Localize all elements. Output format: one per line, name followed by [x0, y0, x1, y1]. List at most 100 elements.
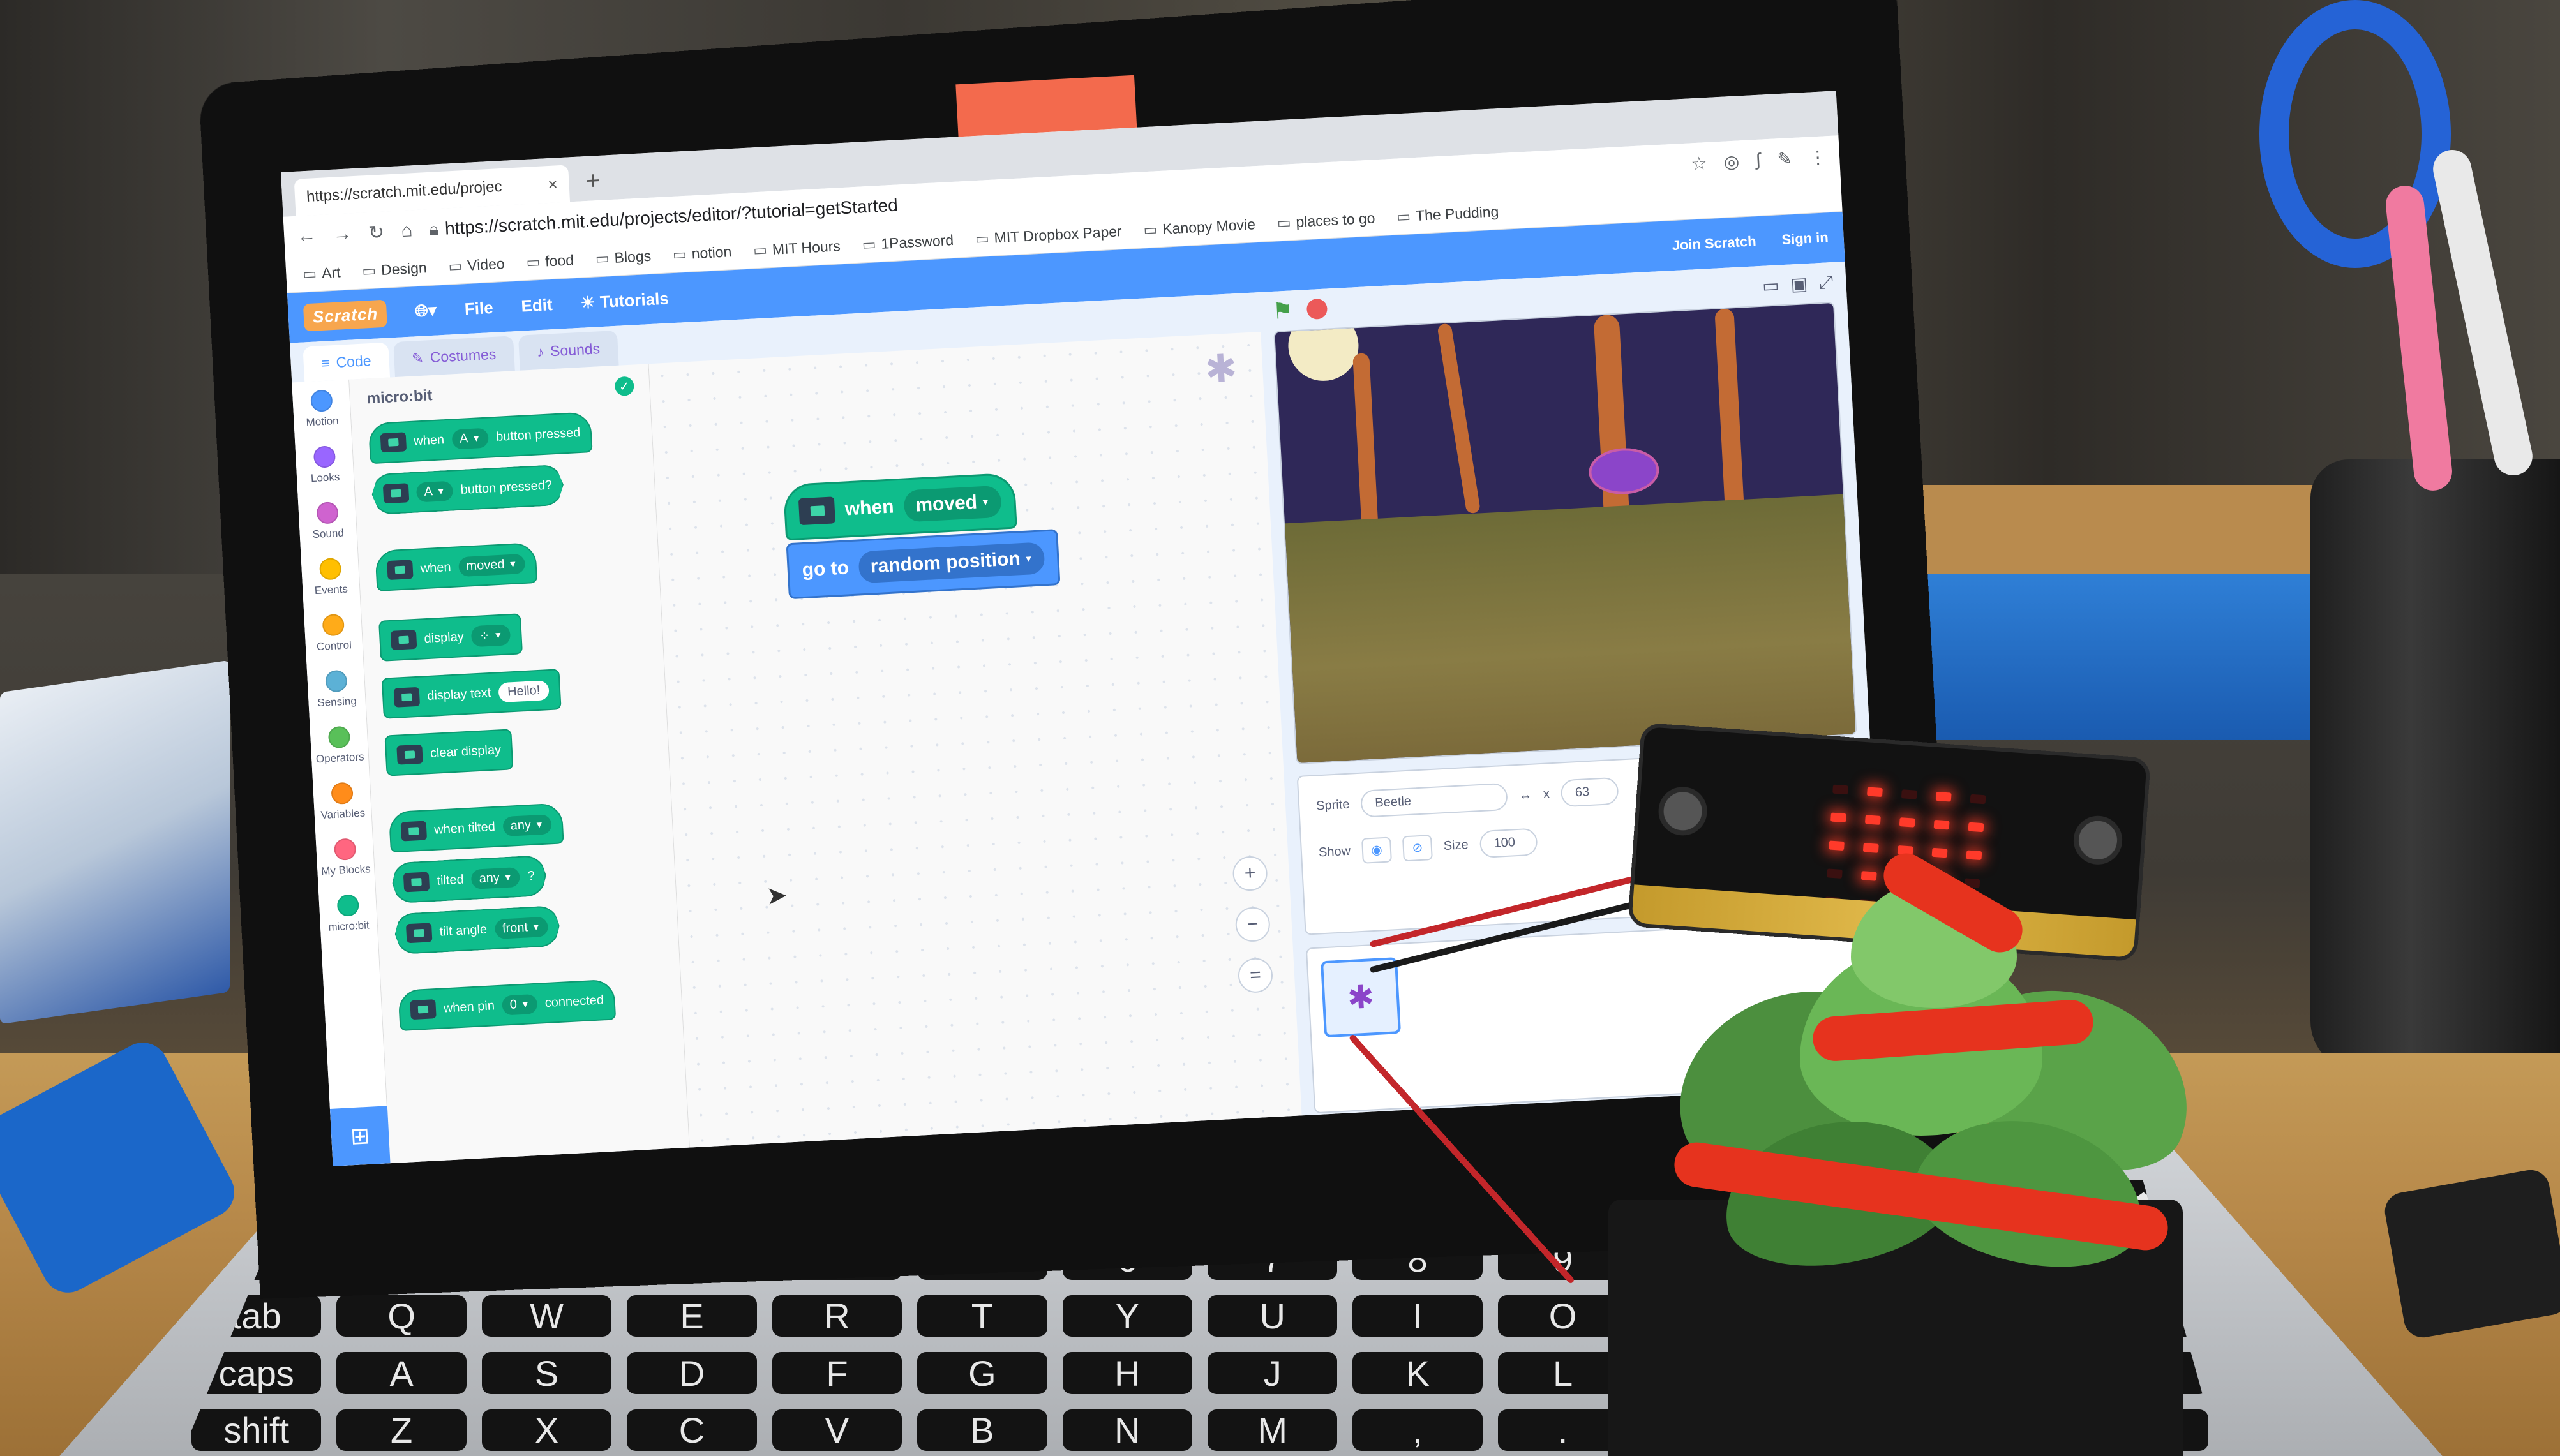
display-block[interactable]: display ⁘ ▼	[378, 613, 523, 662]
stop-icon[interactable]	[1306, 298, 1328, 320]
tilt-angle-block[interactable]: tilt angle front ▼	[394, 905, 560, 955]
zoom-in-button[interactable]: +	[1232, 855, 1268, 892]
bookmark-item[interactable]: ▭ MIT Dropbox Paper	[975, 223, 1122, 248]
keyboard-key: Z	[336, 1409, 467, 1451]
menu-edit[interactable]: Edit	[521, 295, 553, 316]
new-tab-button[interactable]: +	[585, 167, 601, 196]
button-dropdown[interactable]: A ▼	[451, 427, 490, 450]
home-icon[interactable]: ⌂	[400, 219, 413, 242]
sprite-label: Sprite	[1315, 797, 1350, 813]
when-moved-block[interactable]: when moved ▼	[375, 542, 537, 592]
x-input[interactable]: 63	[1560, 776, 1619, 808]
text-input[interactable]: Hello!	[498, 680, 550, 702]
bookmark-item[interactable]: ▭ 1Password	[862, 232, 954, 253]
category-my-blocks[interactable]: My Blocks	[315, 828, 375, 888]
forward-icon[interactable]: →	[332, 223, 352, 246]
star-icon[interactable]: ☆	[1691, 152, 1708, 174]
category-label: Variables	[320, 806, 366, 822]
gesture-dropdown[interactable]: moved ▼	[458, 553, 526, 577]
pin-dropdown[interactable]: 0 ▼	[502, 993, 538, 1016]
microbit-button-a	[1657, 785, 1709, 837]
bookmark-item[interactable]: ▭ The Pudding	[1396, 203, 1499, 225]
back-icon[interactable]: ←	[296, 225, 317, 248]
gesture-dropdown[interactable]: moved ▼	[903, 485, 1003, 523]
scratch-logo[interactable]: Scratch	[303, 299, 388, 331]
category-sound[interactable]: Sound	[297, 492, 357, 551]
close-icon[interactable]: ×	[548, 174, 558, 195]
extension-icon[interactable]: ∫	[1755, 149, 1761, 170]
extension-icon[interactable]: ◎	[1723, 151, 1740, 172]
block-palette: micro:bit ✓ when A ▼ button pressed A ▼ bu…	[329, 364, 690, 1166]
zoom-reset-button[interactable]: =	[1237, 957, 1274, 994]
button-pressed-block[interactable]: A ▼ button pressed?	[371, 464, 565, 516]
category-control[interactable]: Control	[304, 604, 363, 663]
when-moved-hat-block[interactable]: when moved ▼	[782, 472, 1018, 541]
tilted-block[interactable]: tilted any ▼ ?	[391, 855, 548, 904]
bookmark-item[interactable]: ▭ places to go	[1276, 209, 1375, 232]
extension-icon[interactable]: ✎	[1777, 148, 1793, 170]
block-text: connected	[544, 992, 604, 1010]
add-extension-icon[interactable]: ⊞	[329, 1106, 391, 1166]
category-micro-bit[interactable]: micro:bit	[318, 884, 378, 944]
sprite-thumbnail[interactable]: ✱	[1320, 957, 1402, 1038]
ground	[1284, 494, 1857, 765]
caret-icon: ▼	[503, 872, 513, 883]
show-eye-icon[interactable]: ◉	[1361, 836, 1392, 864]
tab-costumes[interactable]: ✎ Costumes	[393, 336, 515, 378]
category-operators[interactable]: Operators	[310, 716, 369, 775]
keyboard-key: J	[1208, 1352, 1338, 1394]
stage[interactable]	[1273, 301, 1857, 765]
size-input[interactable]: 100	[1479, 828, 1538, 859]
bookmark-item[interactable]: ▭ Video	[448, 255, 505, 276]
sign-in-link[interactable]: Sign in	[1781, 229, 1829, 248]
when-pin-connected-block[interactable]: when pin 0 ▼ connected	[398, 979, 617, 1032]
display-text-block[interactable]: display text Hello!	[381, 669, 562, 719]
category-color-icon	[310, 389, 333, 413]
block-text: clear display	[430, 742, 502, 761]
microbit-icon	[406, 923, 433, 943]
tilt-dropdown[interactable]: any ▼	[471, 866, 521, 889]
large-stage-icon[interactable]: ▣	[1790, 273, 1808, 295]
reload-icon[interactable]: ↻	[368, 221, 385, 244]
category-label: Looks	[310, 470, 340, 485]
sprite-name-input[interactable]: Beetle	[1360, 782, 1509, 818]
code-workspace[interactable]: ✱ when moved ▼ go to random position ▼ + −…	[648, 331, 1302, 1148]
small-stage-icon[interactable]: ▭	[1762, 274, 1779, 296]
microbit-icon	[393, 687, 421, 708]
green-flag-icon[interactable]: ⚑	[1271, 297, 1293, 325]
direction-dropdown[interactable]: front ▼	[494, 916, 548, 939]
clear-display-block[interactable]: clear display	[384, 729, 514, 776]
category-events[interactable]: Events	[301, 548, 360, 607]
when-button-pressed-block[interactable]: when A ▼ button pressed	[368, 412, 593, 464]
matrix-dropdown[interactable]: ⁘ ▼	[470, 623, 511, 647]
led	[1862, 843, 1879, 853]
tab-sounds[interactable]: ♪ Sounds	[518, 330, 619, 371]
category-sensing[interactable]: Sensing	[306, 660, 366, 719]
bookmark-item[interactable]: ▭ notion	[672, 243, 732, 264]
globe-icon[interactable]: 🌐︎▾	[414, 301, 437, 322]
when-tilted-block[interactable]: when tilted any ▼	[388, 803, 564, 853]
zoom-out-button[interactable]: −	[1234, 906, 1271, 943]
category-variables[interactable]: Variables	[313, 772, 372, 831]
tab-code[interactable]: ≡ Code	[303, 342, 390, 382]
join-scratch-link[interactable]: Join Scratch	[1672, 233, 1756, 254]
button-dropdown[interactable]: A ▼	[416, 480, 454, 502]
bookmark-item[interactable]: ▭ Blogs	[595, 248, 652, 268]
tilt-dropdown[interactable]: any ▼	[502, 813, 552, 836]
menu-icon[interactable]: ⋮	[1808, 146, 1827, 168]
category-motion[interactable]: Motion	[292, 380, 351, 439]
bookmark-item[interactable]: ▭ Art	[303, 264, 341, 283]
menu-tutorials[interactable]: ☀ Tutorials	[580, 288, 670, 313]
fullscreen-icon[interactable]: ⤢	[1818, 271, 1834, 293]
bookmark-item[interactable]: ▭ Kanopy Movie	[1143, 216, 1256, 239]
menu-file[interactable]: File	[464, 297, 493, 318]
go-to-random-position-block[interactable]: go to random position ▼	[786, 529, 1061, 600]
category-label: micro:bit	[327, 919, 370, 933]
beetle-sprite[interactable]	[1587, 446, 1661, 496]
position-dropdown[interactable]: random position ▼	[858, 542, 1045, 584]
bookmark-item[interactable]: ▭ MIT Hours	[753, 237, 841, 259]
category-looks[interactable]: Looks	[295, 436, 354, 495]
bookmark-item[interactable]: ▭ food	[526, 251, 574, 271]
hide-eye-icon[interactable]: ⊘	[1402, 834, 1433, 861]
bookmark-item[interactable]: ▭ Design	[362, 259, 428, 279]
